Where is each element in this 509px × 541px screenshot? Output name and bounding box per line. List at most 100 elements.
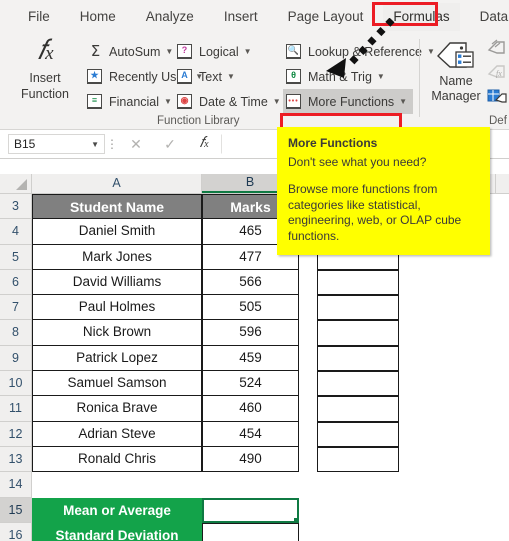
cell-a16[interactable]: Standard Deviation [32, 522, 202, 541]
cell-c15[interactable] [299, 498, 317, 523]
cell-e13[interactable] [399, 447, 496, 472]
row-header-4[interactable]: 4 [0, 219, 32, 245]
cell-a14[interactable] [32, 472, 202, 497]
cell-d6[interactable] [317, 269, 399, 296]
cancel-formula-icon[interactable]: ✕ [119, 134, 153, 154]
chevron-down-icon[interactable]: ▼ [273, 97, 281, 106]
row-header-10[interactable]: 10 [0, 371, 32, 397]
cell-b11[interactable]: 460 [202, 396, 299, 422]
cell-b8[interactable]: 596 [202, 320, 299, 346]
autosum-button[interactable]: Σ AutoSum ▼ [84, 39, 174, 64]
date-time-button[interactable]: ◉ Date & Time ▼ [174, 89, 281, 114]
cell-a12[interactable]: Adrian Steve [32, 421, 202, 447]
cell-a8[interactable]: Nick Brown [32, 320, 202, 346]
cell-a5[interactable]: Mark Jones [32, 244, 202, 270]
cell-c9[interactable] [299, 346, 317, 371]
row-header-13[interactable]: 13 [0, 446, 32, 473]
cell-d11[interactable] [317, 396, 399, 422]
chevron-down-icon[interactable]: ▼ [399, 97, 407, 106]
cell-b13[interactable]: 490 [202, 446, 299, 473]
cell-c16[interactable] [299, 523, 317, 541]
cell-e10[interactable] [399, 371, 496, 396]
text-button[interactable]: A Text ▼ [174, 64, 262, 89]
logical-button[interactable]: ? Logical ▼ [174, 39, 262, 64]
financial-button[interactable]: ≡ Financial ▼ [84, 89, 172, 114]
row-header-7[interactable]: 7 [0, 295, 32, 321]
cell-c10[interactable] [299, 371, 317, 396]
cell-b15[interactable] [202, 497, 299, 523]
chevron-down-icon[interactable]: ▼ [164, 97, 172, 106]
cell-a3[interactable]: Student Name [32, 194, 202, 220]
cell-c6[interactable] [299, 270, 317, 295]
cell-a13[interactable]: Ronald Chris [32, 446, 202, 473]
row-header-3[interactable]: 3 [0, 194, 32, 220]
chevron-down-icon[interactable]: ▼ [377, 72, 385, 81]
cell-a6[interactable]: David Williams [32, 269, 202, 296]
select-all-corner[interactable] [0, 174, 32, 193]
cell-a11[interactable]: Ronica Brave [32, 396, 202, 422]
cell-d9[interactable] [317, 345, 399, 372]
cell-b16[interactable] [202, 522, 299, 541]
row-header-11[interactable]: 11 [0, 396, 32, 422]
chevron-down-icon[interactable]: ▼ [91, 140, 99, 149]
cell-d7[interactable] [317, 295, 399, 321]
name-manager-button[interactable]: Name Manager [425, 37, 487, 104]
row-header-9[interactable]: 9 [0, 345, 32, 372]
row-header-14[interactable]: 14 [0, 472, 32, 498]
cell-a4[interactable]: Daniel Smith [32, 219, 202, 245]
tab-home[interactable]: Home [70, 3, 126, 31]
formula-bar-grip[interactable]: ⋮ [105, 138, 119, 150]
cell-a9[interactable]: Patrick Lopez [32, 345, 202, 372]
cell-d15[interactable] [317, 498, 399, 523]
cell-c13[interactable] [299, 447, 317, 472]
chevron-down-icon[interactable]: ▼ [244, 47, 252, 56]
cell-d8[interactable] [317, 320, 399, 346]
cell-c7[interactable] [299, 295, 317, 320]
row-header-15[interactable]: 15 [0, 497, 32, 523]
tab-analyze[interactable]: Analyze [136, 3, 204, 31]
column-header-a[interactable]: A [32, 174, 202, 193]
cell-d10[interactable] [317, 371, 399, 397]
cell-e16[interactable] [399, 523, 496, 541]
cell-e7[interactable] [399, 295, 496, 320]
create-from-selection-button[interactable] [487, 87, 509, 111]
lookup-reference-button[interactable]: 🔍 Lookup & Reference ▼ [283, 39, 435, 64]
recently-used-button[interactable]: ★ Recently Used ▼ [84, 64, 203, 89]
row-header-8[interactable]: 8 [0, 320, 32, 346]
cell-b6[interactable]: 566 [202, 269, 299, 296]
use-in-formula-button[interactable]: fx [487, 63, 509, 87]
cell-e12[interactable] [399, 422, 496, 447]
row-header-12[interactable]: 12 [0, 421, 32, 447]
chevron-down-icon[interactable]: ▼ [165, 47, 173, 56]
cell-e6[interactable] [399, 270, 496, 295]
cell-e11[interactable] [399, 396, 496, 421]
define-name-button[interactable] [487, 39, 509, 63]
cell-e8[interactable] [399, 320, 496, 345]
tab-page-layout[interactable]: Page Layout [278, 3, 374, 31]
tab-formulas[interactable]: Formulas [383, 2, 460, 31]
chevron-down-icon[interactable]: ▼ [227, 72, 235, 81]
math-trig-button[interactable]: θ Math & Trig ▼ [283, 64, 413, 89]
tab-file[interactable]: File [18, 3, 60, 31]
cell-a10[interactable]: Samuel Samson [32, 371, 202, 397]
cell-d14[interactable] [317, 472, 399, 497]
confirm-formula-icon[interactable]: ✓ [153, 134, 187, 154]
cell-c11[interactable] [299, 396, 317, 421]
cell-c14[interactable] [299, 472, 317, 497]
cell-b10[interactable]: 524 [202, 371, 299, 397]
cell-a7[interactable]: Paul Holmes [32, 295, 202, 321]
cell-e9[interactable] [399, 346, 496, 371]
cell-d16[interactable] [317, 523, 399, 541]
cell-b12[interactable]: 454 [202, 421, 299, 447]
cell-a15[interactable]: Mean or Average [32, 497, 202, 523]
cell-e14[interactable] [399, 472, 496, 497]
row-header-5[interactable]: 5 [0, 244, 32, 270]
cell-b7[interactable]: 505 [202, 295, 299, 321]
tab-data[interactable]: Data [470, 3, 509, 31]
row-header-16[interactable]: 16 [0, 522, 32, 541]
row-header-6[interactable]: 6 [0, 269, 32, 296]
cell-b9[interactable]: 459 [202, 345, 299, 372]
cell-c12[interactable] [299, 422, 317, 447]
tab-insert[interactable]: Insert [214, 3, 268, 31]
cell-d12[interactable] [317, 421, 399, 447]
